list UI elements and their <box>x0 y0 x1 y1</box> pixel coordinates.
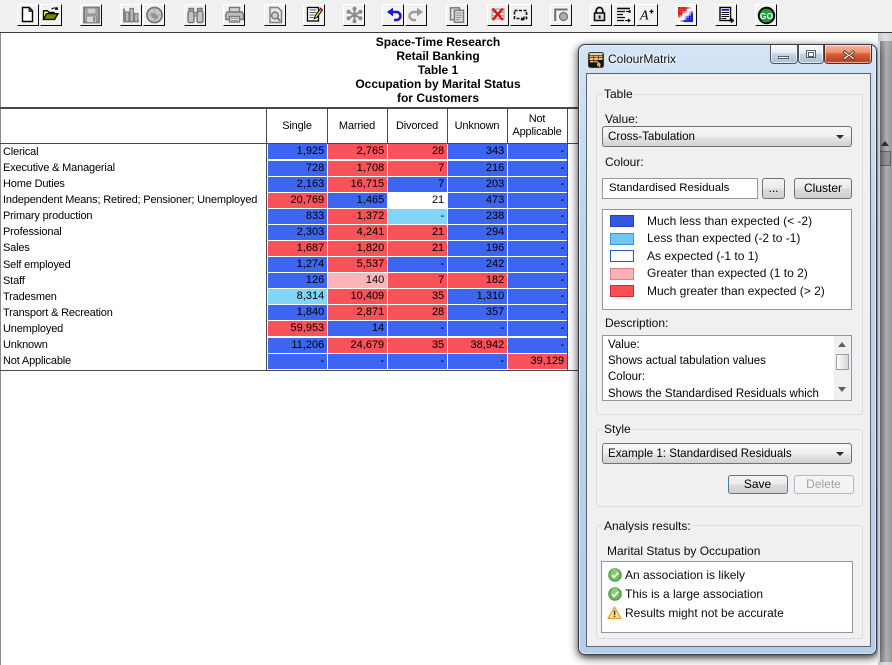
svg-text:GO: GO <box>760 11 774 21</box>
svg-text:A: A <box>639 9 649 24</box>
